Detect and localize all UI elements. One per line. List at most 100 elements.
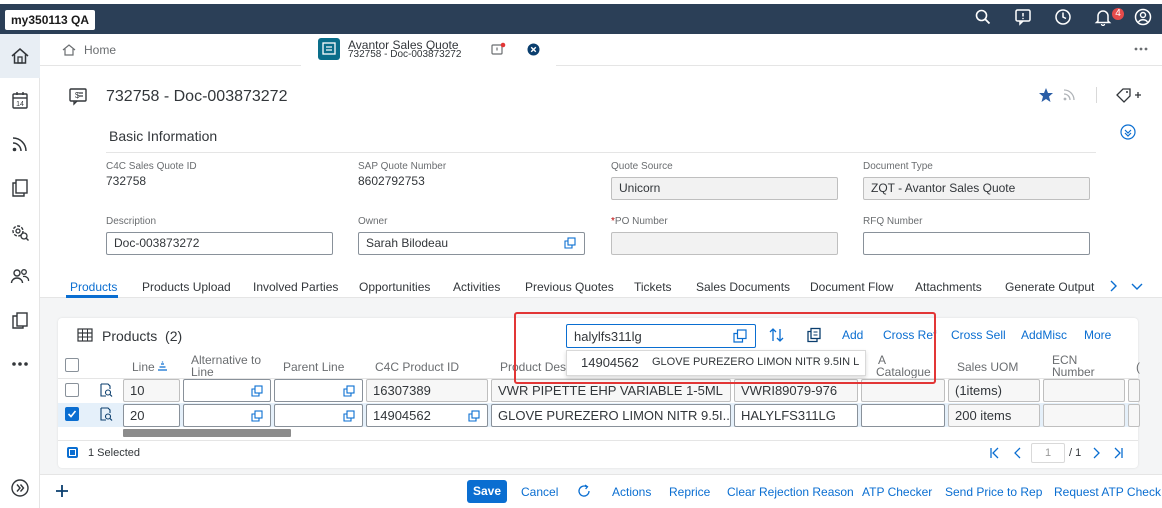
add-plus-icon[interactable]: [55, 484, 69, 498]
user-icon[interactable]: [1134, 8, 1152, 26]
horizontal-scroll-thumb[interactable]: [123, 429, 291, 437]
tab-activities[interactable]: Activities: [453, 280, 500, 294]
row-1-detail-icon[interactable]: [99, 383, 113, 397]
select-all-checkbox[interactable]: [65, 358, 79, 372]
row-1-ecn[interactable]: [1043, 379, 1125, 402]
row-1-sales-uom[interactable]: (1items): [948, 379, 1040, 402]
documents-icon[interactable]: [10, 178, 30, 198]
home-icon[interactable]: [10, 46, 30, 66]
first-page-icon[interactable]: [989, 447, 1001, 459]
quote-icon: $: [68, 86, 88, 106]
col-c4c-product-id[interactable]: C4C Product ID: [375, 360, 459, 374]
col-alternative[interactable]: Alternative to Line: [191, 354, 261, 378]
collapse-header-icon[interactable]: [1120, 124, 1136, 140]
col-parent-line[interactable]: Parent Line: [283, 360, 344, 374]
col-sales-uom[interactable]: Sales UOM: [957, 360, 1018, 374]
refresh-icon[interactable]: [577, 484, 591, 498]
row-2-checkbox[interactable]: [65, 407, 79, 421]
rfq-number-label: RFQ Number: [863, 216, 923, 227]
row-2-catalogue[interactable]: [861, 404, 945, 427]
people-icon[interactable]: [10, 266, 30, 286]
copy-pages-icon[interactable]: [10, 310, 30, 330]
rfq-number-field[interactable]: [863, 232, 1090, 255]
row-2-product-valuehelp-icon[interactable]: [468, 410, 480, 422]
addmisc-button[interactable]: AddMisc: [1021, 328, 1067, 342]
page-title: 732758 - Doc-003873272: [106, 88, 288, 105]
clock-icon[interactable]: [1054, 8, 1072, 26]
tab-tickets[interactable]: Tickets: [634, 280, 672, 294]
tabs-overflow-chevron-icon[interactable]: [1131, 282, 1143, 292]
more-button[interactable]: More: [1084, 328, 1111, 342]
tab-previous-quotes[interactable]: Previous Quotes: [525, 280, 614, 294]
follow-feed-icon[interactable]: [1062, 88, 1076, 102]
row-2-sales-uom[interactable]: 200 items: [948, 404, 1040, 427]
document-type-label: Document Type: [863, 161, 933, 172]
tab-generate-output[interactable]: Generate Output R: [1005, 280, 1097, 294]
tab-subtitle: 732758 - Doc-003873272: [348, 49, 462, 60]
row-1-product-id[interactable]: 16307389: [366, 379, 488, 402]
owner-field[interactable]: Sarah Bilodeau: [358, 232, 585, 255]
favorite-star-icon[interactable]: [1038, 87, 1054, 103]
row-2-detail-icon[interactable]: [99, 407, 113, 421]
tab-bar: [40, 34, 1162, 66]
cross-sell-button[interactable]: Cross Sell: [951, 328, 1006, 342]
tag-add-icon[interactable]: [1115, 86, 1143, 104]
description-field[interactable]: Doc-003873272: [106, 232, 333, 255]
actions-button[interactable]: Actions: [612, 485, 651, 499]
sap-quote-label: SAP Quote Number: [358, 161, 447, 172]
page-number-input[interactable]: 1: [1031, 443, 1065, 463]
po-number-label: *PO Number: [611, 216, 668, 227]
tab-home[interactable]: Home: [84, 43, 116, 57]
row-2-supplier-part[interactable]: HALYLFS311LG: [734, 404, 858, 427]
tab-attachments[interactable]: Attachments: [915, 280, 982, 294]
feedback-icon[interactable]: [1014, 8, 1032, 26]
row-2-ecn[interactable]: [1043, 404, 1125, 427]
quote-source-label: Quote Source: [611, 161, 673, 172]
feed-icon[interactable]: [10, 134, 30, 154]
next-page-icon[interactable]: [1090, 447, 1102, 459]
row-1-line[interactable]: 10: [123, 379, 180, 402]
prev-page-icon[interactable]: [1012, 447, 1024, 459]
tab-overflow-icon[interactable]: [1133, 44, 1149, 54]
tab-opportunities[interactable]: Opportunities: [359, 280, 430, 294]
send-price-button[interactable]: Send Price to Rep: [945, 485, 1042, 499]
tab-document-flow[interactable]: Document Flow: [810, 280, 893, 294]
more-icon[interactable]: [10, 354, 30, 374]
search-icon[interactable]: [974, 8, 992, 26]
header-divider: [1096, 87, 1097, 103]
col-extra[interactable]: (: [1136, 360, 1140, 374]
save-button[interactable]: Save: [467, 480, 507, 503]
calendar-icon[interactable]: 14: [10, 90, 30, 110]
tab-products[interactable]: Products: [70, 280, 117, 294]
description-label: Description: [106, 216, 157, 227]
reprice-button[interactable]: Reprice: [669, 485, 710, 499]
request-atp-button[interactable]: Request ATP Check: [1054, 485, 1161, 499]
tab-feedback-icon[interactable]: [490, 42, 506, 58]
c4c-id-label: C4C Sales Quote ID: [106, 161, 197, 172]
settings-search-icon[interactable]: [10, 222, 30, 242]
col-ecn-number[interactable]: ECN Number: [1052, 354, 1095, 378]
tabs-next-icon[interactable]: [1108, 280, 1118, 292]
row-2-extra[interactable]: [1128, 404, 1140, 427]
row-1-extra[interactable]: [1128, 379, 1140, 402]
row-2-parent-valuehelp-icon[interactable]: [343, 410, 355, 422]
expand-nav-icon[interactable]: [10, 478, 30, 498]
tab-products-upload[interactable]: Products Upload: [142, 280, 231, 294]
po-number-field[interactable]: [611, 232, 838, 255]
bell-icon[interactable]: [1094, 8, 1112, 26]
col-line[interactable]: Line: [132, 360, 155, 374]
row-2-line[interactable]: 20: [123, 404, 180, 427]
row-2-description[interactable]: GLOVE PUREZERO LIMON NITR 9.5I...: [491, 404, 731, 427]
last-page-icon[interactable]: [1112, 447, 1124, 459]
tab-sales-documents[interactable]: Sales Documents: [696, 280, 790, 294]
row-1-parent-valuehelp-icon[interactable]: [343, 385, 355, 397]
row-2-alt-valuehelp-icon[interactable]: [251, 410, 263, 422]
owner-valuehelp-icon[interactable]: [564, 237, 576, 249]
cancel-button[interactable]: Cancel: [521, 485, 558, 499]
row-1-alt-valuehelp-icon[interactable]: [251, 385, 263, 397]
atp-checker-button[interactable]: ATP Checker: [862, 485, 932, 499]
tab-involved-parties[interactable]: Involved Parties: [253, 280, 338, 294]
row-1-checkbox[interactable]: [65, 383, 79, 397]
close-tab-icon[interactable]: [527, 43, 540, 56]
clear-rejection-button[interactable]: Clear Rejection Reason: [727, 485, 854, 499]
